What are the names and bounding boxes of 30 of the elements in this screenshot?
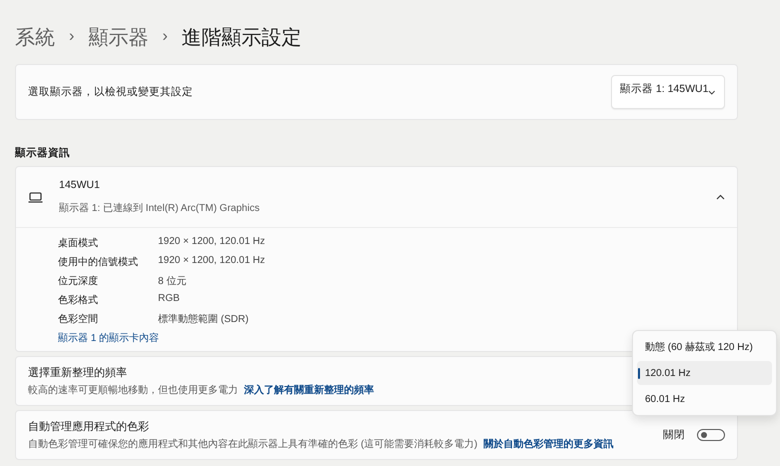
setting-title: 選擇重新整理的頻率	[28, 366, 128, 380]
toggle-state: 關閉	[663, 428, 685, 442]
learn-more-link[interactable]: 深入了解有關重新整理的頻率	[244, 383, 374, 397]
info-value: RGB	[158, 293, 181, 306]
info-value: 1920 × 1200, 120.01 Hz	[158, 255, 266, 268]
info-label: 色彩格式	[58, 294, 99, 307]
breadcrumb-item[interactable]: 系統	[15, 24, 55, 50]
info-label: 使用中的信號模式	[58, 256, 139, 269]
setting-description: 較高的速率可更順暢地移動，但也使用更多電力	[28, 384, 238, 397]
info-value: 標準動態範圍 (SDR)	[158, 312, 250, 326]
menu-option[interactable]: 60.01 Hz	[637, 387, 772, 411]
chevron-icon: ›	[69, 28, 74, 46]
info-value: 1920 × 1200, 120.01 Hz	[158, 236, 266, 249]
info-value: 8 位元	[158, 275, 188, 288]
setting-description: 自動色彩管理可確保您的應用程式和其他內容在此顯示器上具有準確的色彩 (這可能需要消耗較多電力)	[28, 438, 478, 451]
chevron-icon: ›	[162, 28, 168, 46]
display-subtitle: 顯示器 1: 已連線到 Intel(R) Arc(TM) Graphics	[59, 202, 261, 215]
menu-option[interactable]: 動態 (60 赫茲或 120 Hz)	[637, 335, 772, 359]
section-title: 顯示器資訊	[15, 146, 71, 160]
info-label: 桌面模式	[58, 236, 99, 250]
menu-option[interactable]: 120.01 Hz	[637, 361, 772, 385]
info-label: 位元深度	[58, 274, 99, 288]
breadcrumb-item[interactable]: 顯示器	[88, 24, 148, 50]
display-name: 145WU1	[59, 179, 101, 191]
setting-label: 選取顯示器，以檢視或變更其設定	[28, 85, 193, 99]
more-info-link[interactable]: 關於自動色彩管理的更多資訊	[483, 437, 614, 451]
setting-title: 自動管理應用程式的色彩	[28, 420, 150, 434]
info-label: 色彩空間	[58, 312, 99, 326]
breadcrumb-item: 進階顯示設定	[182, 26, 302, 50]
display-dropdown[interactable]: 顯示器 1: 145WU1	[611, 75, 725, 109]
